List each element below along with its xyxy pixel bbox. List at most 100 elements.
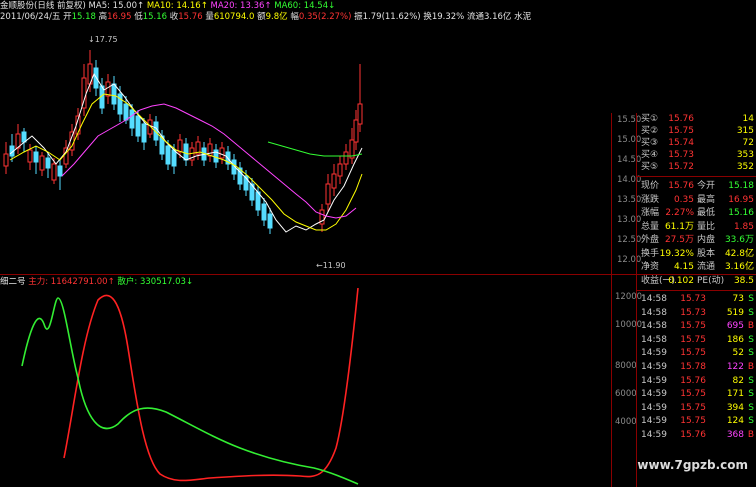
bid-volume: 315: [736, 126, 754, 136]
turnover-value: 19.32%: [431, 12, 465, 22]
trade-time: 14:58: [641, 307, 667, 318]
bid-price: 15.74: [668, 138, 694, 148]
turnover-label: 换: [423, 12, 432, 22]
trade-row: 14:58 15.73 73 S: [637, 293, 756, 305]
stat-value: 19.32%: [659, 248, 694, 259]
bid-label: 买②: [641, 126, 659, 136]
sector-label: 水泥: [514, 12, 532, 22]
amount-label: 额: [257, 12, 266, 22]
trade-volume: 171: [726, 389, 744, 400]
candle-body: [171, 149, 177, 167]
stat-value: 42.8亿: [724, 248, 754, 259]
candle-body: [45, 157, 51, 169]
bid-volume: 353: [736, 150, 754, 160]
bid-label: 买③: [641, 138, 659, 148]
stat-label: 净资: [641, 262, 660, 272]
price-chart[interactable]: ↓17.75 ←11.90: [0, 24, 611, 274]
trade-time: 14:59: [641, 416, 667, 427]
orderbook-separator: [637, 176, 756, 177]
trade-row: 14:59 15.76 368 B: [637, 429, 756, 441]
order-book: 买① 15.76 14 买② 15.75 315 买③ 15.74 72 买④ …: [637, 113, 756, 175]
stat-value: 61.1万: [664, 221, 694, 232]
trade-row: 14:59 15.75 171 S: [637, 388, 756, 400]
trade-row: 14:59 15.76 82 S: [637, 375, 756, 387]
stat-value: 0.35: [673, 194, 694, 205]
close-label: 收: [169, 12, 179, 22]
stat-row: 外盘 27.5万 内盘 33.6万: [637, 234, 756, 246]
bid-label: 买④: [641, 150, 659, 160]
low-price-marker: ←11.90: [316, 261, 346, 270]
stat-value: 15.76: [668, 181, 694, 191]
indicator-name: 细二号: [0, 277, 26, 287]
candle-body: [183, 143, 189, 161]
trade-price: 15.75: [680, 416, 706, 427]
trade-side: B: [747, 362, 754, 372]
float-label: 流通: [466, 12, 484, 22]
indicator-header: 细二号 主力: 11642791.00↑ 散户: 330517.03↓: [0, 276, 193, 288]
stat-value: 3.16亿: [724, 262, 754, 272]
trade-side: S: [748, 294, 754, 304]
trade-volume: 73: [732, 294, 744, 304]
trade-price: 15.78: [680, 362, 706, 372]
high-label: 高: [98, 12, 108, 22]
bid-row: 买③ 15.74 72: [637, 137, 756, 149]
candle-body: [21, 131, 27, 143]
trade-time: 14:59: [641, 362, 667, 372]
trade-side: S: [748, 416, 754, 427]
high-value: 16.95: [107, 12, 132, 22]
indicator-tick: 4000: [615, 417, 637, 427]
bid-price: 15.75: [668, 126, 694, 136]
volume-value: 610794.0: [213, 12, 255, 22]
stat-label: PE(动): [697, 275, 725, 286]
candle-body: [165, 145, 171, 165]
stat-value: 2.27%: [665, 208, 694, 218]
stat-label: 量比: [697, 221, 716, 232]
bid-price: 15.72: [668, 162, 694, 172]
high-price-marker: ↓17.75: [88, 35, 118, 44]
trade-volume: 186: [726, 334, 744, 345]
trade-price: 15.75: [680, 389, 706, 400]
trade-time: 14:59: [641, 430, 667, 440]
stat-label: 现价: [641, 181, 660, 191]
stat-row: 现价 15.76 今开 15.18: [637, 180, 756, 192]
stat-value: 4.15: [673, 262, 694, 272]
ma20-line: [61, 103, 357, 219]
tick-trades[interactable]: 14:58 15.73 73 S 14:58 15.73 519 S 14:58 15.75 695…: [637, 293, 756, 443]
bid-price: 15.73: [668, 150, 694, 160]
candle-body: [331, 173, 337, 189]
stat-value: 27.5万: [664, 235, 694, 245]
candle-body: [353, 119, 359, 143]
indicator-chart[interactable]: [0, 288, 611, 487]
trade-row: 14:59 15.75 124 S: [637, 415, 756, 427]
float-value: 3.16亿: [483, 12, 512, 22]
trade-time: 14:58: [641, 321, 667, 332]
bid-row: 买④ 15.73 353: [637, 149, 756, 161]
candle-body: [267, 213, 273, 229]
stat-value: 1.85: [733, 221, 754, 232]
low-label: 低: [134, 12, 143, 22]
bar-info-row: 2011/06/24/五 开15.18 高16.95 低15.16 收15.76…: [0, 11, 531, 23]
trade-time: 14:59: [641, 389, 667, 400]
trade-time: 14:59: [641, 402, 667, 413]
candle-body: [129, 109, 135, 129]
trade-volume: 122: [726, 362, 744, 372]
ma10-label: MA10: 14.16↑: [146, 1, 208, 11]
stat-value: 16.95: [728, 194, 754, 205]
trade-volume: 368: [726, 430, 744, 440]
change-value: 0.35(2.27%): [298, 12, 352, 22]
trade-price: 15.75: [680, 348, 706, 359]
candle-body: [123, 103, 129, 121]
stat-label: 最低: [697, 208, 716, 218]
trade-side: S: [748, 389, 754, 400]
trade-row: 14:59 15.78 122 B: [637, 361, 756, 373]
quote-stats: 现价 15.76 今开 15.18 涨跌 0.35 最高 16.95 涨幅 2.27% 最低 15.1…: [637, 180, 756, 288]
candle-body: [135, 115, 141, 137]
open-label: 开: [63, 12, 72, 22]
candle-body: [343, 151, 349, 165]
trade-volume: 82: [732, 375, 744, 386]
indicator-tick: 8000: [615, 361, 637, 371]
trade-price: 15.73: [680, 307, 706, 318]
bid-label: 买①: [641, 114, 659, 124]
stat-value: 38.5: [733, 275, 754, 286]
stat-row: 涨跌 0.35 最高 16.95: [637, 194, 756, 206]
